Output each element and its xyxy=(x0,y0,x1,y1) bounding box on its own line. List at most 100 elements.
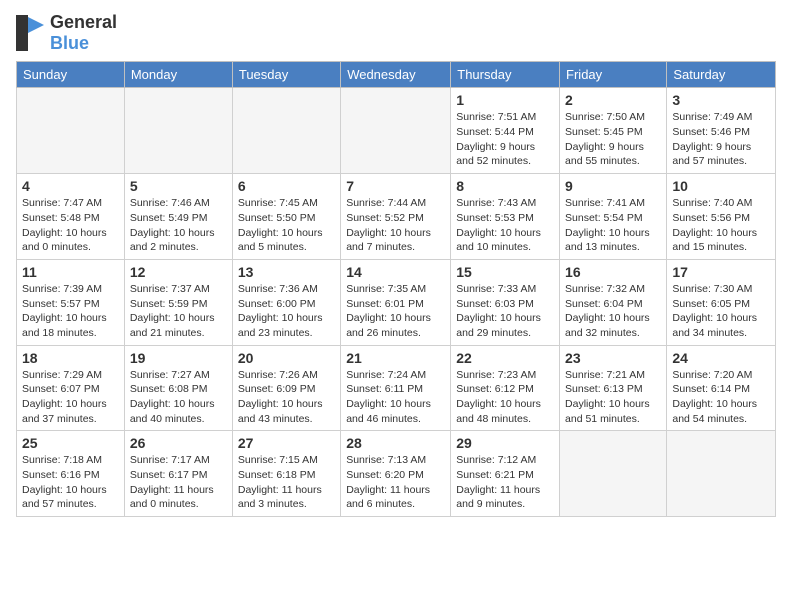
day-info: Sunrise: 7:44 AMSunset: 5:52 PMDaylight:… xyxy=(346,196,445,255)
day-info: Sunrise: 7:21 AMSunset: 6:13 PMDaylight:… xyxy=(565,368,661,427)
day-number: 26 xyxy=(130,435,227,451)
day-number: 24 xyxy=(672,350,770,366)
day-number: 21 xyxy=(346,350,445,366)
logo-blue: Blue xyxy=(50,33,117,54)
day-info: Sunrise: 7:30 AMSunset: 6:05 PMDaylight:… xyxy=(672,282,770,341)
calendar-cell: 23Sunrise: 7:21 AMSunset: 6:13 PMDayligh… xyxy=(560,345,667,431)
calendar-cell xyxy=(667,431,776,517)
calendar-cell: 12 Sunrise: 7:37 AMSunset: 5:59 PMDayligh… xyxy=(124,259,232,345)
day-info: Sunrise: 7:39 AMSunset: 5:57 PMDaylight:… xyxy=(22,282,119,341)
calendar-week-2: 11 Sunrise: 7:39 AMSunset: 5:57 PMDayligh… xyxy=(17,259,776,345)
calendar-cell: 8 Sunrise: 7:43 AMSunset: 5:53 PMDaylight… xyxy=(451,174,560,260)
day-number: 25 xyxy=(22,435,119,451)
day-info: Sunrise: 7:29 AMSunset: 6:07 PMDaylight:… xyxy=(22,368,119,427)
logo-general: General xyxy=(50,12,117,33)
calendar-header-monday: Monday xyxy=(124,62,232,88)
day-number: 11 xyxy=(22,264,119,280)
calendar-cell: 25Sunrise: 7:18 AMSunset: 6:16 PMDayligh… xyxy=(17,431,125,517)
day-number: 22 xyxy=(456,350,554,366)
calendar-cell: 17 Sunrise: 7:30 AMSunset: 6:05 PMDayligh… xyxy=(667,259,776,345)
day-number: 16 xyxy=(565,264,661,280)
day-info: Sunrise: 7:33 AMSunset: 6:03 PMDaylight:… xyxy=(456,282,554,341)
day-info: Sunrise: 7:23 AMSunset: 6:12 PMDaylight:… xyxy=(456,368,554,427)
calendar-cell: 4Sunrise: 7:47 AMSunset: 5:48 PMDaylight… xyxy=(17,174,125,260)
day-info: Sunrise: 7:37 AMSunset: 5:59 PMDaylight:… xyxy=(130,282,227,341)
day-info: Sunrise: 7:26 AMSunset: 6:09 PMDaylight:… xyxy=(238,368,335,427)
calendar-header-thursday: Thursday xyxy=(451,62,560,88)
day-number: 18 xyxy=(22,350,119,366)
day-number: 15 xyxy=(456,264,554,280)
calendar-week-1: 4Sunrise: 7:47 AMSunset: 5:48 PMDaylight… xyxy=(17,174,776,260)
day-number: 5 xyxy=(130,178,227,194)
calendar-cell: 5 Sunrise: 7:46 AMSunset: 5:49 PMDaylight… xyxy=(124,174,232,260)
calendar-cell: 9 Sunrise: 7:41 AMSunset: 5:54 PMDaylight… xyxy=(560,174,667,260)
day-number: 12 xyxy=(130,264,227,280)
day-info: Sunrise: 7:43 AMSunset: 5:53 PMDaylight:… xyxy=(456,196,554,255)
calendar-cell: 19Sunrise: 7:27 AMSunset: 6:08 PMDayligh… xyxy=(124,345,232,431)
day-info: Sunrise: 7:36 AMSunset: 6:00 PMDaylight:… xyxy=(238,282,335,341)
day-number: 17 xyxy=(672,264,770,280)
day-number: 10 xyxy=(672,178,770,194)
day-info: Sunrise: 7:12 AMSunset: 6:21 PMDaylight:… xyxy=(456,453,554,512)
calendar-cell xyxy=(232,88,340,174)
calendar-header-sunday: Sunday xyxy=(17,62,125,88)
day-info: Sunrise: 7:45 AMSunset: 5:50 PMDaylight:… xyxy=(238,196,335,255)
day-info: Sunrise: 7:35 AMSunset: 6:01 PMDaylight:… xyxy=(346,282,445,341)
calendar-cell: 24 Sunrise: 7:20 AMSunset: 6:14 PMDayligh… xyxy=(667,345,776,431)
day-number: 7 xyxy=(346,178,445,194)
day-info: Sunrise: 7:20 AMSunset: 6:14 PMDaylight:… xyxy=(672,368,770,427)
day-info: Sunrise: 7:17 AMSunset: 6:17 PMDaylight:… xyxy=(130,453,227,512)
day-number: 9 xyxy=(565,178,661,194)
day-number: 4 xyxy=(22,178,119,194)
calendar-cell xyxy=(17,88,125,174)
calendar-wrapper: SundayMondayTuesdayWednesdayThursdayFrid… xyxy=(0,61,792,525)
calendar-cell: 21 Sunrise: 7:24 AMSunset: 6:11 PMDayligh… xyxy=(341,345,451,431)
calendar-header-wednesday: Wednesday xyxy=(341,62,451,88)
day-info: Sunrise: 7:41 AMSunset: 5:54 PMDaylight:… xyxy=(565,196,661,255)
calendar-week-4: 25Sunrise: 7:18 AMSunset: 6:16 PMDayligh… xyxy=(17,431,776,517)
day-info: Sunrise: 7:40 AMSunset: 5:56 PMDaylight:… xyxy=(672,196,770,255)
calendar-cell: 2Sunrise: 7:50 AMSunset: 5:45 PMDaylight… xyxy=(560,88,667,174)
calendar-cell: 26 Sunrise: 7:17 AMSunset: 6:17 PMDayligh… xyxy=(124,431,232,517)
calendar-week-3: 18 Sunrise: 7:29 AMSunset: 6:07 PMDayligh… xyxy=(17,345,776,431)
day-info: Sunrise: 7:24 AMSunset: 6:11 PMDaylight:… xyxy=(346,368,445,427)
day-info: Sunrise: 7:49 AMSunset: 5:46 PMDaylight:… xyxy=(672,110,770,169)
day-info: Sunrise: 7:46 AMSunset: 5:49 PMDaylight:… xyxy=(130,196,227,255)
calendar: SundayMondayTuesdayWednesdayThursdayFrid… xyxy=(16,61,776,517)
day-number: 8 xyxy=(456,178,554,194)
day-info: Sunrise: 7:13 AMSunset: 6:20 PMDaylight:… xyxy=(346,453,445,512)
calendar-header-saturday: Saturday xyxy=(667,62,776,88)
calendar-cell: 20 Sunrise: 7:26 AMSunset: 6:09 PMDayligh… xyxy=(232,345,340,431)
calendar-cell: 6 Sunrise: 7:45 AMSunset: 5:50 PMDaylight… xyxy=(232,174,340,260)
day-number: 3 xyxy=(672,92,770,108)
calendar-cell: 28Sunrise: 7:13 AMSunset: 6:20 PMDayligh… xyxy=(341,431,451,517)
calendar-cell: 3 Sunrise: 7:49 AMSunset: 5:46 PMDaylight… xyxy=(667,88,776,174)
calendar-week-0: 1 Sunrise: 7:51 AMSunset: 5:44 PMDaylight… xyxy=(17,88,776,174)
day-info: Sunrise: 7:15 AMSunset: 6:18 PMDaylight:… xyxy=(238,453,335,512)
day-number: 1 xyxy=(456,92,554,108)
calendar-cell xyxy=(560,431,667,517)
day-number: 2 xyxy=(565,92,661,108)
calendar-cell: 27Sunrise: 7:15 AMSunset: 6:18 PMDayligh… xyxy=(232,431,340,517)
logo-flag-icon xyxy=(16,15,46,51)
calendar-cell: 7 Sunrise: 7:44 AMSunset: 5:52 PMDaylight… xyxy=(341,174,451,260)
calendar-cell: 22 Sunrise: 7:23 AMSunset: 6:12 PMDayligh… xyxy=(451,345,560,431)
calendar-header-row: SundayMondayTuesdayWednesdayThursdayFrid… xyxy=(17,62,776,88)
calendar-cell: 15 Sunrise: 7:33 AMSunset: 6:03 PMDayligh… xyxy=(451,259,560,345)
day-info: Sunrise: 7:51 AMSunset: 5:44 PMDaylight:… xyxy=(456,110,554,169)
day-number: 13 xyxy=(238,264,335,280)
calendar-cell xyxy=(341,88,451,174)
calendar-cell: 11 Sunrise: 7:39 AMSunset: 5:57 PMDayligh… xyxy=(17,259,125,345)
calendar-cell: 13 Sunrise: 7:36 AMSunset: 6:00 PMDayligh… xyxy=(232,259,340,345)
day-info: Sunrise: 7:27 AMSunset: 6:08 PMDaylight:… xyxy=(130,368,227,427)
calendar-cell: 10 Sunrise: 7:40 AMSunset: 5:56 PMDayligh… xyxy=(667,174,776,260)
calendar-cell: 1 Sunrise: 7:51 AMSunset: 5:44 PMDaylight… xyxy=(451,88,560,174)
calendar-header-friday: Friday xyxy=(560,62,667,88)
day-info: Sunrise: 7:32 AMSunset: 6:04 PMDaylight:… xyxy=(565,282,661,341)
calendar-cell: 14Sunrise: 7:35 AMSunset: 6:01 PMDayligh… xyxy=(341,259,451,345)
day-number: 6 xyxy=(238,178,335,194)
calendar-cell: 16 Sunrise: 7:32 AMSunset: 6:04 PMDayligh… xyxy=(560,259,667,345)
day-number: 20 xyxy=(238,350,335,366)
calendar-header-tuesday: Tuesday xyxy=(232,62,340,88)
calendar-cell: 18 Sunrise: 7:29 AMSunset: 6:07 PMDayligh… xyxy=(17,345,125,431)
